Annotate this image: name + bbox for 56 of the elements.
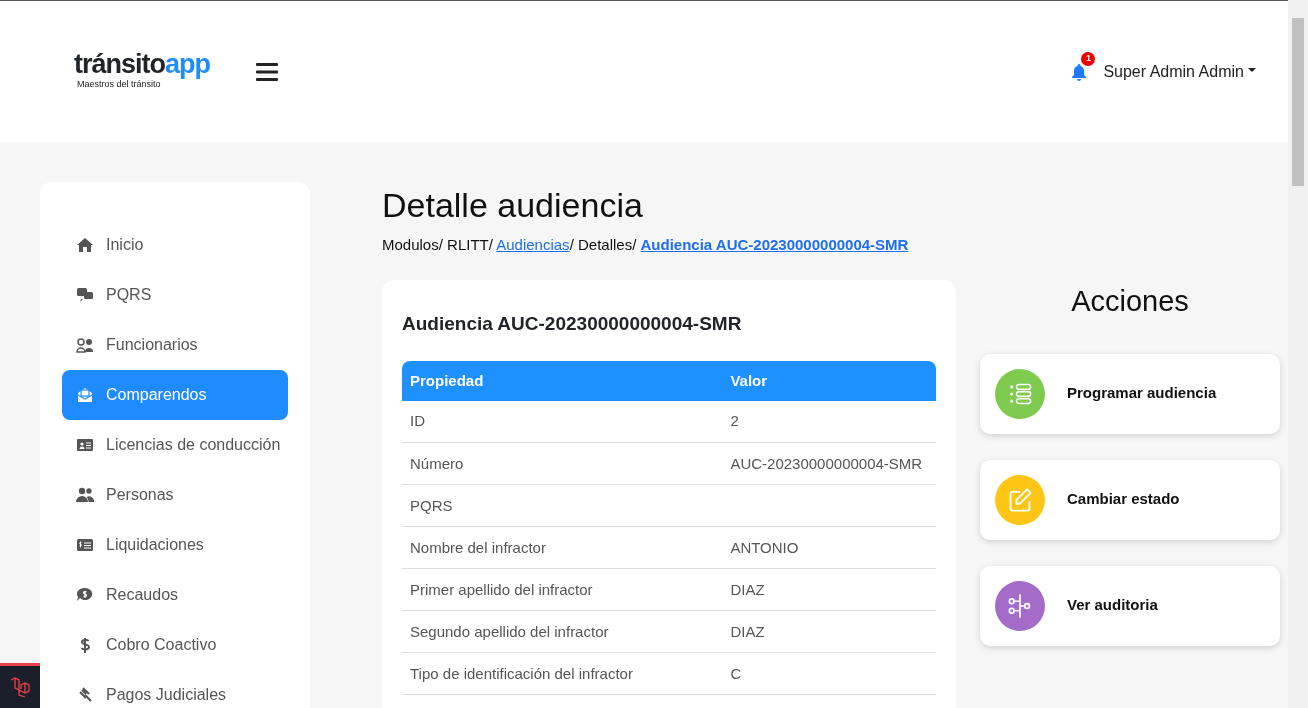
sidebar-item[interactable]: Personas [62, 470, 288, 520]
table-cell: ANTONIO [730, 538, 799, 556]
card-title: Audiencia AUC-20230000000004-SMR [402, 312, 743, 337]
notification-bell-icon[interactable] [1071, 63, 1088, 81]
table-cell: DIAZ [730, 580, 765, 598]
action-button[interactable]: Cambiar estado [980, 459, 1280, 540]
table-cell: C [730, 664, 742, 682]
action-button[interactable]: Ver auditoria [980, 565, 1280, 646]
action-button[interactable]: Programar audiencia [980, 353, 1280, 434]
sidebar-item[interactable]: PQRS [62, 270, 288, 320]
house-icon [76, 236, 94, 254]
logo[interactable]: tránsitoapp Maestros del tránsito [74, 51, 211, 92]
sidebar-item[interactable]: Recaudos [62, 570, 288, 620]
table-cell: 2 [730, 412, 739, 430]
breadcrumb-separator: / [438, 235, 443, 253]
actions-title: Acciones [1070, 284, 1190, 319]
page-title: Detalle audiencia [382, 185, 644, 226]
logo-wordmark: tránsitoapp [74, 49, 211, 80]
breadcrumb-separator: / [632, 235, 637, 253]
breadcrumb-item: RLITT [447, 235, 489, 253]
chat-icon [76, 286, 94, 304]
table-cell: Número [410, 454, 464, 472]
sidebar-item[interactable]: Inicio [62, 220, 288, 270]
logo-tagline: Maestros del tránsito [77, 78, 162, 92]
bill-icon [76, 536, 94, 554]
table-cell: Segundo apellido del infractor [410, 622, 609, 640]
scrollbar[interactable] [1288, 0, 1308, 708]
notification-count: 1 [1081, 51, 1096, 66]
column-header: Valor [722, 360, 936, 401]
breadcrumb-separator: / [488, 235, 493, 253]
gavel-icon [76, 686, 94, 704]
sidebar-item[interactable]: Funcionarios [62, 320, 288, 370]
sidebar-item[interactable]: Licencias de conducción [62, 420, 288, 470]
column-header: Propiedad [402, 360, 723, 401]
breadcrumb-item: Modulos [382, 235, 439, 253]
breadcrumb-item: Detalles [577, 235, 633, 253]
user-menu[interactable]: Super Admin Admin [1097, 59, 1262, 84]
breadcrumb-separator: / [569, 235, 574, 253]
breadcrumb-current[interactable]: Audiencia AUC-20230000000004-SMR [640, 235, 909, 253]
table-cell: Primer apellido del infractor [410, 580, 593, 598]
people-icon [76, 486, 94, 504]
users-icon [76, 336, 94, 354]
sidebar-item[interactable]: Cobro Coactivo [62, 620, 288, 670]
id-card-icon [76, 436, 94, 454]
table-cell: PQRS [410, 496, 453, 514]
envelope-icon [76, 386, 94, 404]
coin-chat-icon [76, 586, 94, 604]
table-cell: Nombre del infractor [410, 538, 546, 556]
table-cell: AUC-20230000000004-SMR [730, 454, 923, 472]
table-cell: Tipo de identificación del infractor [410, 664, 633, 682]
table-cell: DIAZ [730, 622, 765, 640]
debug-toolbar-icon[interactable] [0, 663, 40, 708]
breadcrumb-link[interactable]: Audiencias [496, 235, 570, 253]
table-cell: ID [410, 412, 425, 430]
sidebar-item[interactable]: Liquidaciones [62, 520, 288, 570]
sidebar-item[interactable]: Pagos Judiciales [62, 670, 288, 708]
